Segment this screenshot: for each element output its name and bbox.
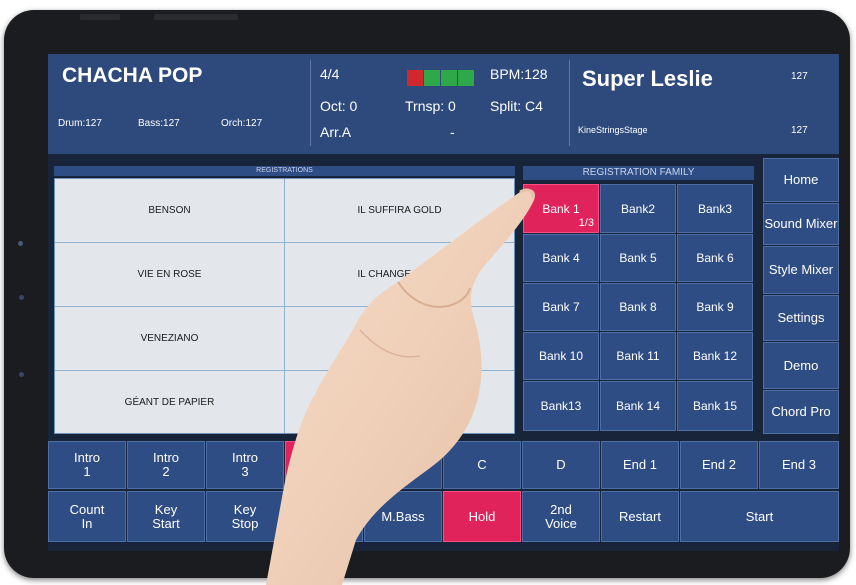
intro-1-button[interactable]: Intro 1	[48, 441, 126, 489]
bank-9-button[interactable]: Bank 9	[677, 283, 753, 331]
hidden-control-button[interactable]	[285, 491, 363, 542]
intro-3-button[interactable]: Intro 3	[206, 441, 284, 489]
second-voice-button[interactable]: 2nd Voice	[522, 491, 600, 542]
registration-family-title: REGISTRATION FAMILY	[523, 166, 754, 180]
key-stop-button[interactable]: Key Stop	[206, 491, 284, 542]
style-mixer-button[interactable]: Style Mixer	[763, 246, 839, 294]
registration-item[interactable]: GÉANT DE PAPIER	[55, 371, 285, 433]
end-1-button[interactable]: End 1	[601, 441, 679, 489]
tablet-button	[80, 14, 120, 20]
registrations-title: REGISTRATIONS	[54, 166, 515, 176]
bank-12-button[interactable]: Bank 12	[677, 332, 753, 380]
beat-led	[407, 70, 423, 86]
demo-button[interactable]: Demo	[763, 342, 839, 389]
tablet-frame: CHACHA POP Drum:127 Bass:127 Orch:127 4/…	[4, 10, 850, 578]
app-screen: CHACHA POP Drum:127 Bass:127 Orch:127 4/…	[48, 54, 839, 551]
voice-volume-top: 127	[791, 71, 808, 82]
sound-mixer-button[interactable]: Sound Mixer	[763, 203, 839, 245]
intro-2-button[interactable]: Intro 2	[127, 441, 205, 489]
bank-7-button[interactable]: Bank 7	[523, 283, 599, 331]
bank-10-button[interactable]: Bank 10	[523, 332, 599, 380]
bank-11-button[interactable]: Bank 11	[600, 332, 676, 380]
registration-item[interactable]: VIE EN ROSE	[55, 243, 285, 307]
hold-button[interactable]: Hold	[443, 491, 521, 542]
octave-readout: Oct: 0	[320, 98, 358, 114]
voice-name[interactable]: Super Leslie	[582, 66, 713, 92]
header-divider	[569, 60, 570, 146]
bank-8-button[interactable]: Bank 8	[600, 283, 676, 331]
end-3-button[interactable]: End 3	[759, 441, 839, 489]
registration-item[interactable]	[285, 307, 514, 371]
start-button[interactable]: Start	[680, 491, 839, 542]
chord-pro-button[interactable]: Chord Pro	[763, 390, 839, 434]
bank-13-button[interactable]: Bank13	[523, 381, 599, 431]
variation-a-button[interactable]	[285, 441, 363, 489]
beat-led	[458, 70, 474, 86]
sensor-dot	[19, 295, 24, 300]
registration-item[interactable]: BENSON	[55, 179, 285, 243]
drum-volume: Drum:127	[58, 118, 102, 129]
voice-volume-bottom: 127	[791, 125, 808, 136]
time-signature: 4/4	[320, 66, 340, 82]
registration-item[interactable]: IL CHANGEAIT LA	[285, 243, 514, 307]
voice-subname: KineStringsStage	[578, 125, 648, 135]
bank-5-button[interactable]: Bank 5	[600, 234, 676, 282]
split-readout: Split: C4	[490, 98, 543, 114]
m-bass-button[interactable]: M.Bass	[364, 491, 442, 542]
key-start-button[interactable]: Key Start	[127, 491, 205, 542]
arrangement-readout: Arr.A	[320, 124, 352, 140]
end-2-button[interactable]: End 2	[680, 441, 758, 489]
status-dash: -	[450, 124, 455, 140]
sensor-dot	[19, 372, 24, 377]
orch-volume: Orch:127	[221, 118, 263, 129]
tablet-button	[154, 14, 238, 20]
bank-14-button[interactable]: Bank 14	[600, 381, 676, 431]
beat-led	[441, 70, 457, 86]
count-in-button[interactable]: Count In	[48, 491, 126, 542]
bank-page-indicator: 1/3	[578, 217, 594, 229]
registration-item[interactable]: IL SUFFIRA GOLD	[285, 179, 514, 243]
restart-button[interactable]: Restart	[601, 491, 679, 542]
style-name[interactable]: CHACHA POP	[62, 64, 202, 88]
camera-dot	[18, 241, 23, 246]
home-button[interactable]: Home	[763, 158, 839, 202]
bpm-readout: BPM:128	[490, 66, 548, 82]
bank-3-button[interactable]: Bank3	[677, 184, 753, 233]
registration-item[interactable]	[285, 371, 514, 433]
bank-4-button[interactable]: Bank 4	[523, 234, 599, 282]
bank-label: Bank 1	[542, 201, 580, 216]
bass-volume: Bass:127	[138, 118, 180, 129]
bank-15-button[interactable]: Bank 15	[677, 381, 753, 431]
variation-b-button[interactable]	[364, 441, 442, 489]
settings-button[interactable]: Settings	[763, 295, 839, 341]
bank-2-button[interactable]: Bank2	[600, 184, 676, 233]
bank-1-button[interactable]: Bank 1 1/3	[523, 184, 599, 233]
registrations-grid: BENSON IL SUFFIRA GOLD VIE EN ROSE IL CH…	[54, 178, 515, 434]
registration-item[interactable]: VENEZIANO	[55, 307, 285, 371]
variation-c-button[interactable]: C	[443, 441, 521, 489]
header-divider	[310, 60, 311, 146]
transpose-readout: Trnsp: 0	[405, 98, 456, 114]
bank-6-button[interactable]: Bank 6	[677, 234, 753, 282]
variation-d-button[interactable]: D	[522, 441, 600, 489]
beat-led	[424, 70, 440, 86]
